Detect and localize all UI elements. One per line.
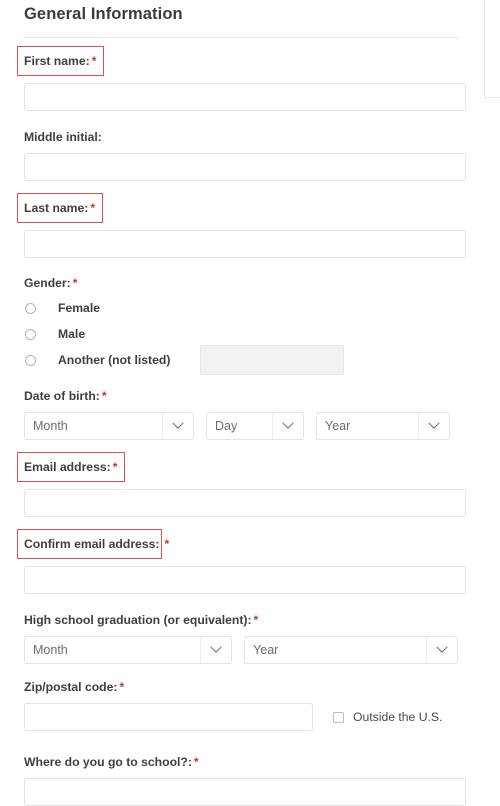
gender-other-wrap xyxy=(200,345,345,375)
date-of-birth-selects: Month Day Year xyxy=(24,412,458,440)
middle-initial-input[interactable] xyxy=(24,153,466,181)
dob-month-select[interactable]: Month xyxy=(24,412,194,440)
email-address-label-text: Email address: xyxy=(24,460,111,474)
dob-day-select[interactable]: Day xyxy=(206,412,304,440)
radio-icon[interactable] xyxy=(25,302,36,314)
required-asterisk: * xyxy=(101,389,107,403)
last-name-input[interactable] xyxy=(24,230,466,258)
required-asterisk: * xyxy=(112,460,118,474)
confirm-email-address-input[interactable] xyxy=(24,566,466,594)
outside-us-label: Outside the U.S. xyxy=(353,710,443,724)
gender-option-another[interactable]: Another (not listed) xyxy=(24,345,458,375)
checkbox-icon[interactable] xyxy=(333,711,344,723)
radio-icon[interactable] xyxy=(25,354,36,366)
high-school-graduation-label: High school graduation (or equivalent): * xyxy=(24,613,258,627)
required-asterisk: * xyxy=(193,755,199,769)
school-input[interactable] xyxy=(24,778,466,806)
date-of-birth-label-text: Date of birth: xyxy=(24,389,100,403)
first-name-input[interactable] xyxy=(24,83,466,111)
confirm-email-address-label-text: Confirm email address: xyxy=(24,537,160,551)
zip-postal-code-input[interactable] xyxy=(24,703,313,731)
high-school-graduation-selects: Month Year xyxy=(24,636,458,664)
required-asterisk: * xyxy=(72,276,78,290)
gender-option-label: Female xyxy=(58,301,101,315)
field-confirm-email-address: Confirm email address: * xyxy=(0,529,482,594)
last-name-label-text: Last name: xyxy=(24,201,89,215)
first-name-label-text: First name: xyxy=(24,54,90,68)
dob-month-value: Month xyxy=(33,419,68,433)
page-title: General Information xyxy=(24,5,183,23)
gender-option-label: Another (not listed) xyxy=(58,353,171,367)
zip-postal-code-label: Zip/postal code: * xyxy=(24,680,124,694)
confirm-email-address-label: Confirm email address: xyxy=(17,529,163,559)
field-gender: Gender: * Female Male Another (not listed… xyxy=(0,274,482,375)
zip-row: Outside the U.S. xyxy=(24,703,458,731)
general-information-form: General Information First name: * Middle … xyxy=(0,0,482,806)
confirm-email-required-wrap: * xyxy=(162,537,169,551)
field-first-name: First name: * xyxy=(0,46,482,111)
gender-option-female[interactable]: Female xyxy=(24,295,458,321)
middle-initial-label-text: Middle initial: xyxy=(24,130,102,144)
dob-day-value: Day xyxy=(215,419,238,433)
gender-label-text: Gender: xyxy=(24,276,71,290)
outside-us-checkbox-wrap[interactable]: Outside the U.S. xyxy=(333,710,442,724)
hs-year-select[interactable]: Year xyxy=(244,636,458,664)
email-address-label: Email address: * xyxy=(17,452,126,482)
gender-other-input[interactable] xyxy=(200,345,345,375)
email-address-input[interactable] xyxy=(24,489,466,517)
chevron-down-icon[interactable] xyxy=(162,413,193,439)
school-label: Where do you go to school?: * xyxy=(24,755,199,769)
hs-year-value: Year xyxy=(253,643,279,657)
field-middle-initial: Middle initial: xyxy=(0,128,482,181)
high-school-graduation-label-text: High school graduation (or equivalent): xyxy=(24,613,252,627)
field-school: Where do you go to school?: * xyxy=(0,753,482,806)
field-last-name: Last name: * xyxy=(0,193,482,258)
school-label-text: Where do you go to school?: xyxy=(24,755,192,769)
right-panel-edge xyxy=(484,0,500,98)
zip-postal-code-label-text: Zip/postal code: xyxy=(24,680,118,694)
required-asterisk: * xyxy=(91,54,97,68)
required-asterisk: * xyxy=(164,537,170,551)
dob-year-value: Year xyxy=(325,419,351,433)
hs-month-value: Month xyxy=(33,643,68,657)
chevron-down-icon[interactable] xyxy=(418,413,449,439)
dob-year-select[interactable]: Year xyxy=(316,412,450,440)
gender-label: Gender: * xyxy=(24,276,77,290)
field-zip-postal-code: Zip/postal code: * Outside the U.S. xyxy=(0,678,482,731)
last-name-label: Last name: * xyxy=(17,193,104,223)
required-asterisk: * xyxy=(253,613,259,627)
first-name-label: First name: * xyxy=(17,46,105,76)
required-asterisk: * xyxy=(90,201,96,215)
field-high-school-graduation: High school graduation (or equivalent): *… xyxy=(0,611,482,664)
radio-icon[interactable] xyxy=(25,328,36,340)
chevron-down-icon[interactable] xyxy=(272,413,303,439)
required-asterisk: * xyxy=(119,680,125,694)
chevron-down-icon[interactable] xyxy=(426,637,457,663)
date-of-birth-label: Date of birth: * xyxy=(24,389,107,403)
middle-initial-label: Middle initial: xyxy=(24,130,102,144)
gender-option-label: Male xyxy=(58,327,86,341)
chevron-down-icon[interactable] xyxy=(200,637,231,663)
field-date-of-birth: Date of birth: * Month Day Year xyxy=(0,387,482,440)
hs-month-select[interactable]: Month xyxy=(24,636,233,664)
field-email-address: Email address: * xyxy=(0,452,482,517)
gender-option-male[interactable]: Male xyxy=(24,321,458,347)
